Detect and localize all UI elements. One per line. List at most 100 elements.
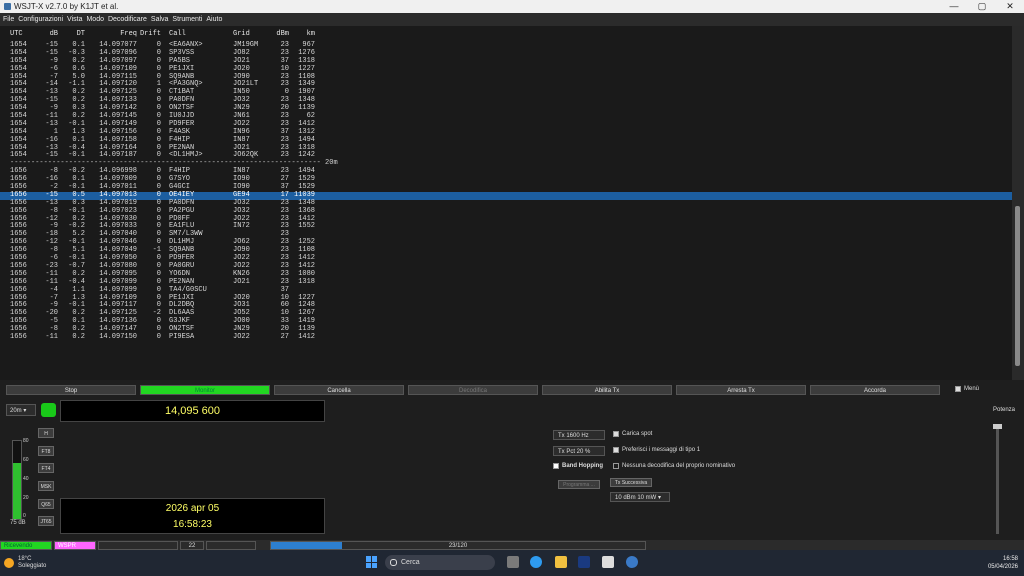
menu-toggle[interactable]: Menù bbox=[955, 386, 979, 392]
menu-vista[interactable]: Vista bbox=[67, 16, 82, 23]
table-row[interactable]: 1654 -13 -0.4 14.097164 0 PE2NAN JO21 23 1318 bbox=[0, 144, 1012, 153]
table-row[interactable]: 1656 -11 -0.4 14.097099 0 PE2NAN JO21 23 1318 bbox=[0, 278, 1012, 287]
menu-strumenti[interactable]: Strumenti bbox=[172, 16, 202, 23]
table-row[interactable]: 1656 -23 -0.7 14.097080 0 PA0GRU JO22 23 1412 bbox=[0, 262, 1012, 271]
table-row[interactable]: 1654 -11 0.2 14.097145 0 IU0JJD JN61 23 62 bbox=[0, 112, 1012, 121]
stop-button[interactable]: Stop bbox=[6, 385, 136, 395]
table-row[interactable]: 1656 -4 1.1 14.097099 0 TA4/G0SCU 37 bbox=[0, 286, 1012, 295]
programma-button[interactable]: Programma ... bbox=[558, 480, 600, 489]
windows-start-icon[interactable] bbox=[366, 556, 378, 568]
table-row[interactable]: 1656 -16 0.1 14.097009 0 G7SYO IO90 27 1529 bbox=[0, 175, 1012, 184]
table-row[interactable]: 1656 -8 5.1 14.097049 -1 SQ9ANB JO90 23 1108 bbox=[0, 246, 1012, 255]
menu-decodificare[interactable]: Decodificare bbox=[108, 16, 147, 23]
abilita-tx-button[interactable]: Abilita Tx bbox=[542, 385, 672, 395]
notepad-icon[interactable] bbox=[602, 556, 614, 568]
power-select[interactable]: 10 dBm 10 mW ▾ bbox=[610, 492, 670, 502]
menu-salva[interactable]: Salva bbox=[151, 16, 169, 23]
table-row[interactable]: 1656 -5 0.1 14.097136 0 G3JKF JO00 33 1419 bbox=[0, 317, 1012, 326]
band-select[interactable]: 20m ▾ bbox=[6, 404, 36, 416]
table-row[interactable]: 1656 -13 0.3 14.097019 0 PA0DFN JO32 23 1348 bbox=[0, 199, 1012, 208]
power-slider-knob[interactable] bbox=[993, 424, 1002, 429]
carica-spot-checkbox[interactable] bbox=[613, 431, 619, 437]
mode-jt65-button[interactable]: JT65 bbox=[38, 516, 54, 526]
mode-h-button[interactable]: H bbox=[38, 428, 54, 438]
tx-frequency-spinbox[interactable]: Tx 1600 Hz bbox=[553, 430, 605, 440]
system-tray-clock[interactable]: 16:58 05/04/2026 bbox=[988, 555, 1018, 571]
table-row[interactable]: 1656 -11 0.2 14.097150 0 PI9ESA JO22 27 1412 bbox=[0, 333, 1012, 342]
table-row[interactable]: 1654 -9 0.3 14.097142 0 ON2TSF JN29 20 1139 bbox=[0, 104, 1012, 113]
table-scrollbar[interactable] bbox=[1012, 26, 1024, 380]
menu-checkbox[interactable] bbox=[955, 386, 961, 392]
band-hopping-label: Band Hopping bbox=[562, 463, 603, 469]
table-row[interactable]: 1654 -15 0.1 14.097077 0 <EA6ANX> JM19GM 23 967 bbox=[0, 41, 1012, 50]
band-hopping-option[interactable]: Band Hopping bbox=[553, 463, 603, 469]
table-row[interactable]: 1654 -13 -0.1 14.097149 0 PD9FER JO22 23 1412 bbox=[0, 120, 1012, 129]
monitor-button[interactable]: Monitor bbox=[140, 385, 270, 395]
power-slider[interactable] bbox=[993, 424, 1002, 534]
tx-successiva-button[interactable]: Tx Successiva bbox=[610, 478, 652, 487]
table-row[interactable]: 1654 -14 -1.1 14.097120 1 <PA3GNQ> JO21LT 23 134… bbox=[0, 81, 1012, 89]
table-row[interactable]: 1656 -8 0.2 14.097147 0 ON2TSF JN29 20 1139 bbox=[0, 325, 1012, 334]
preferisci-checkbox[interactable] bbox=[613, 447, 619, 453]
table-row[interactable]: 1654 -9 0.2 14.097097 0 PA5BS JO21 37 1318 bbox=[0, 57, 1012, 66]
cancella-button[interactable]: Cancella bbox=[274, 385, 404, 395]
spots-table[interactable]: UTC dB DT Freq Drift Call Grid dBm km 16… bbox=[0, 26, 1012, 380]
mode-ft8-button[interactable]: FT8 bbox=[38, 446, 54, 456]
scrollbar-thumb[interactable] bbox=[1015, 206, 1020, 366]
menu-bar: File Configurazioni Vista Modo Decodific… bbox=[0, 13, 1024, 26]
accorda-button[interactable]: Accorda bbox=[810, 385, 940, 395]
band-hopping-checkbox[interactable] bbox=[553, 463, 559, 469]
decodifica-button[interactable]: Decodifica bbox=[408, 385, 538, 395]
menu-aiuto[interactable]: Aiuto bbox=[206, 16, 222, 23]
table-row[interactable]: 1656 -7 1.3 14.097109 0 PE1JXI JO20 10 1227 bbox=[0, 294, 1012, 303]
meter-tick: 20 bbox=[23, 495, 29, 501]
mode-ft4-button[interactable]: FT4 bbox=[38, 463, 54, 473]
table-row[interactable]: 1654 -16 0.1 14.097158 0 F4HIP IN87 23 1494 bbox=[0, 136, 1012, 145]
table-row[interactable]: 1654 -15 -0.3 14.097096 0 SP3VSS JO82 23 1276 bbox=[0, 49, 1012, 58]
table-row-selected[interactable]: 1656 -15 0.5 14.097013 0 OE4IEY GE94 17 11039 bbox=[0, 191, 1012, 200]
task-view-icon[interactable] bbox=[507, 556, 519, 568]
table-row[interactable]: 1656 -2 -0.1 14.097011 0 G4GCI IO90 37 1529 bbox=[0, 183, 1012, 192]
close-button[interactable]: ✕ bbox=[996, 1, 1024, 12]
table-row[interactable]: 1654 -13 0.2 14.097125 0 CT1BAT IN50 0 1907 bbox=[0, 88, 1012, 97]
wsjtx-taskbar-icon[interactable] bbox=[578, 556, 590, 568]
tray-time: 16:58 bbox=[1002, 556, 1018, 562]
table-row[interactable]: 1656 -8 -0.1 14.097023 0 PA2PGU JO32 23 1368 bbox=[0, 207, 1012, 216]
menu-file[interactable]: File bbox=[3, 16, 14, 23]
table-row[interactable]: 1656 -9 -0.2 14.097033 0 EA1FLU IN72 23 1552 bbox=[0, 223, 1012, 231]
table-row[interactable]: 1656 -9 -0.1 14.097117 0 DL2DBQ JO31 60 1248 bbox=[0, 301, 1012, 310]
taskbar-search[interactable]: Cerca bbox=[385, 555, 495, 570]
table-row[interactable]: 1656 -12 0.2 14.097030 0 PD0FF JO22 23 1412 bbox=[0, 215, 1012, 224]
menu-modo[interactable]: Modo bbox=[86, 16, 104, 23]
table-row[interactable]: 1654 1 1.3 14.097156 0 F4ASK IN96 37 1312 bbox=[0, 128, 1012, 137]
table-row[interactable]: 1656 -12 -0.1 14.097046 0 DL1HMJ JO62 23 1252 bbox=[0, 238, 1012, 247]
table-row[interactable]: 1656 -20 0.2 14.097125 -2 DL6AAS JO52 10 1267 bbox=[0, 309, 1012, 318]
table-row[interactable]: 1656 -11 0.2 14.097095 0 YO6DN KN26 23 1080 bbox=[0, 270, 1012, 279]
minimize-button[interactable]: — bbox=[940, 1, 968, 12]
table-row[interactable]: 1656 -6 -0.1 14.097050 0 PD9FER JO22 23 1412 bbox=[0, 254, 1012, 263]
header-freq: Freq bbox=[120, 30, 137, 38]
arresta-tx-button[interactable]: Arresta Tx bbox=[676, 385, 806, 395]
mode-q65-button[interactable]: Q65 bbox=[38, 499, 54, 509]
table-row[interactable]: 1656 -8 -0.2 14.096998 0 F4HIP IN87 23 1494 bbox=[0, 167, 1012, 176]
mode-msk-button[interactable]: MSK bbox=[38, 481, 54, 491]
table-row[interactable]: 1656 -18 5.2 14.097040 0 SM7/L3WW 23 bbox=[0, 230, 1012, 239]
tx-pct-spinbox[interactable]: Tx Pct 20 % bbox=[553, 446, 605, 456]
table-row[interactable]: 1654 -7 5.0 14.097115 0 SQ9ANB JO90 23 1108 bbox=[0, 73, 1012, 82]
nessuna-decodifica-option[interactable]: Nessuna decodifica del proprio nominativ… bbox=[613, 463, 735, 469]
carica-spot-option[interactable]: Carica spot bbox=[613, 431, 652, 437]
globe-icon[interactable] bbox=[626, 556, 638, 568]
nessuna-decodifica-checkbox[interactable] bbox=[613, 463, 619, 469]
action-buttons: Stop Monitor Cancella Decodifica Abilita… bbox=[6, 385, 944, 395]
header-grid: Grid bbox=[233, 30, 250, 38]
file-explorer-icon[interactable] bbox=[555, 556, 567, 568]
table-row[interactable]: 1654 -15 0.2 14.097133 0 PA0DFN JO32 23 1348 bbox=[0, 96, 1012, 105]
maximize-button[interactable]: ▢ bbox=[968, 1, 996, 12]
menu-configurazioni[interactable]: Configurazioni bbox=[18, 16, 63, 23]
browser-icon[interactable] bbox=[530, 556, 542, 568]
frequency-display[interactable]: 14,095 600 bbox=[60, 400, 325, 422]
clock-display: 2026 apr 05 16:58:23 bbox=[60, 498, 325, 534]
weather-widget[interactable]: 18°C Soleggiato bbox=[4, 556, 46, 570]
table-row[interactable]: 1654 -6 0.6 14.097109 0 PE1JXI JO20 10 1227 bbox=[0, 65, 1012, 74]
preferisci-option[interactable]: Preferisci i messaggi di tipo 1 bbox=[613, 447, 700, 453]
